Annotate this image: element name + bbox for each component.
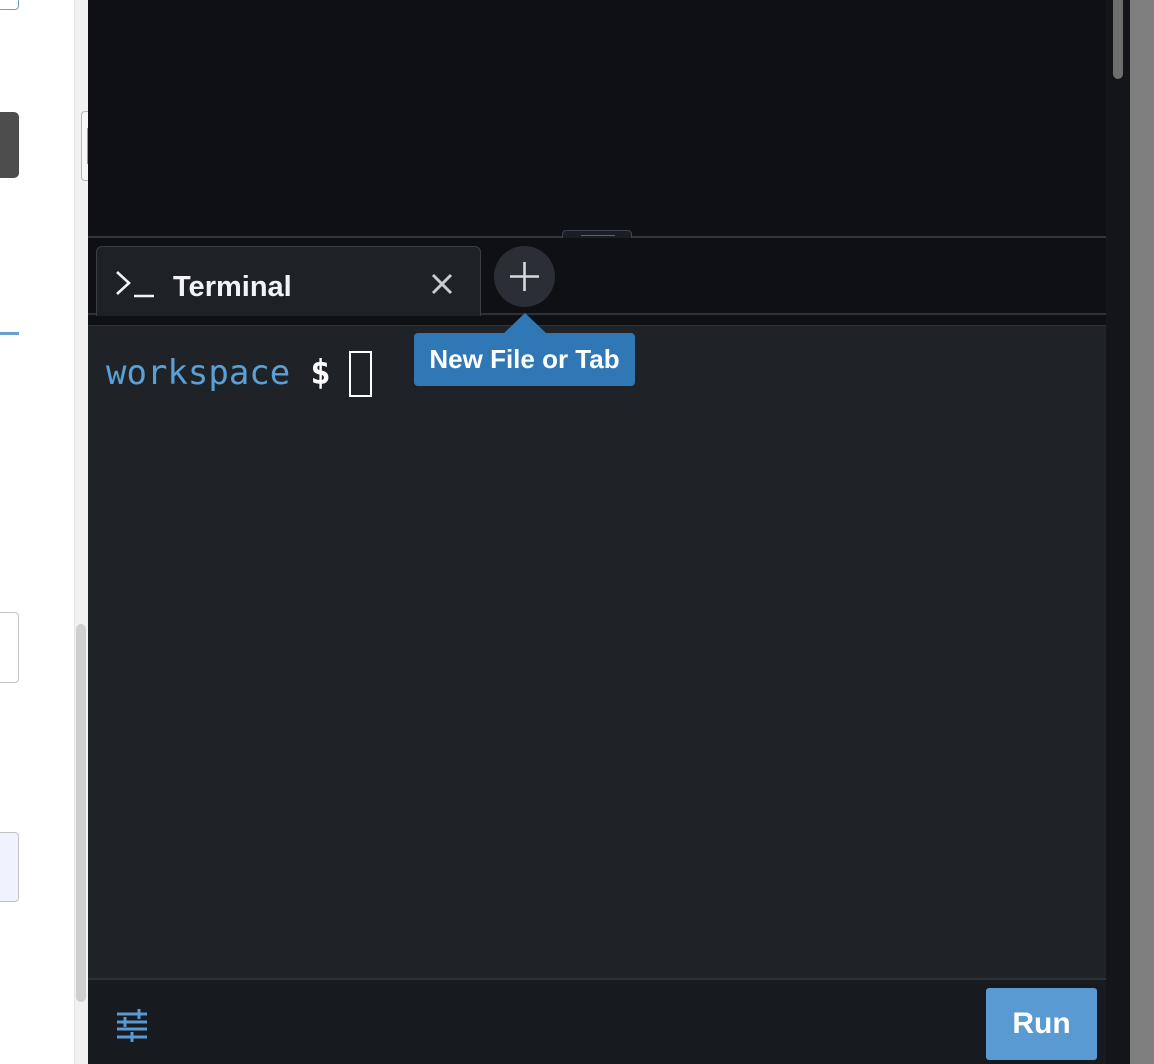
prompt-directory: workspace xyxy=(106,353,291,393)
right-scroll-thumb[interactable] xyxy=(1113,0,1123,79)
prompt-symbol: $ xyxy=(310,353,331,393)
ide-footer: Run xyxy=(88,978,1106,1064)
terminal-prompt-icon xyxy=(116,271,154,298)
tooltip-arrow xyxy=(504,313,546,333)
ide-panel: Terminal workspace $ New File or Tab Run xyxy=(88,0,1106,1064)
left-page-panel xyxy=(0,0,74,1064)
new-file-or-tab-tooltip: New File or Tab xyxy=(414,333,635,386)
terminal-tab-bar: Terminal xyxy=(88,238,1106,316)
left-panel-dark-button[interactable] xyxy=(0,112,19,178)
new-file-or-tab-button[interactable] xyxy=(494,246,555,307)
terminal-prompt: workspace $ xyxy=(106,348,372,398)
plus-icon xyxy=(510,262,539,291)
left-panel-input[interactable] xyxy=(0,612,19,683)
terminal-output[interactable]: workspace $ xyxy=(88,325,1106,978)
right-edge-panel xyxy=(1130,0,1154,1064)
editor-area[interactable] xyxy=(88,0,1106,237)
left-panel-input-highlighted[interactable] xyxy=(0,832,19,902)
left-panel-scroll-thumb[interactable] xyxy=(76,624,86,1002)
page-root: Terminal workspace $ New File or Tab Run xyxy=(0,0,1154,1064)
right-scrollbar[interactable] xyxy=(1106,0,1130,1064)
terminal-cursor xyxy=(348,351,372,397)
tab-terminal-label: Terminal xyxy=(173,271,292,303)
left-panel-fragment xyxy=(0,0,19,10)
sliders-icon[interactable] xyxy=(114,1008,150,1042)
tab-terminal[interactable]: Terminal xyxy=(96,246,481,316)
run-button[interactable]: Run xyxy=(986,988,1097,1060)
left-panel-divider xyxy=(0,332,19,335)
close-icon[interactable] xyxy=(427,269,457,299)
